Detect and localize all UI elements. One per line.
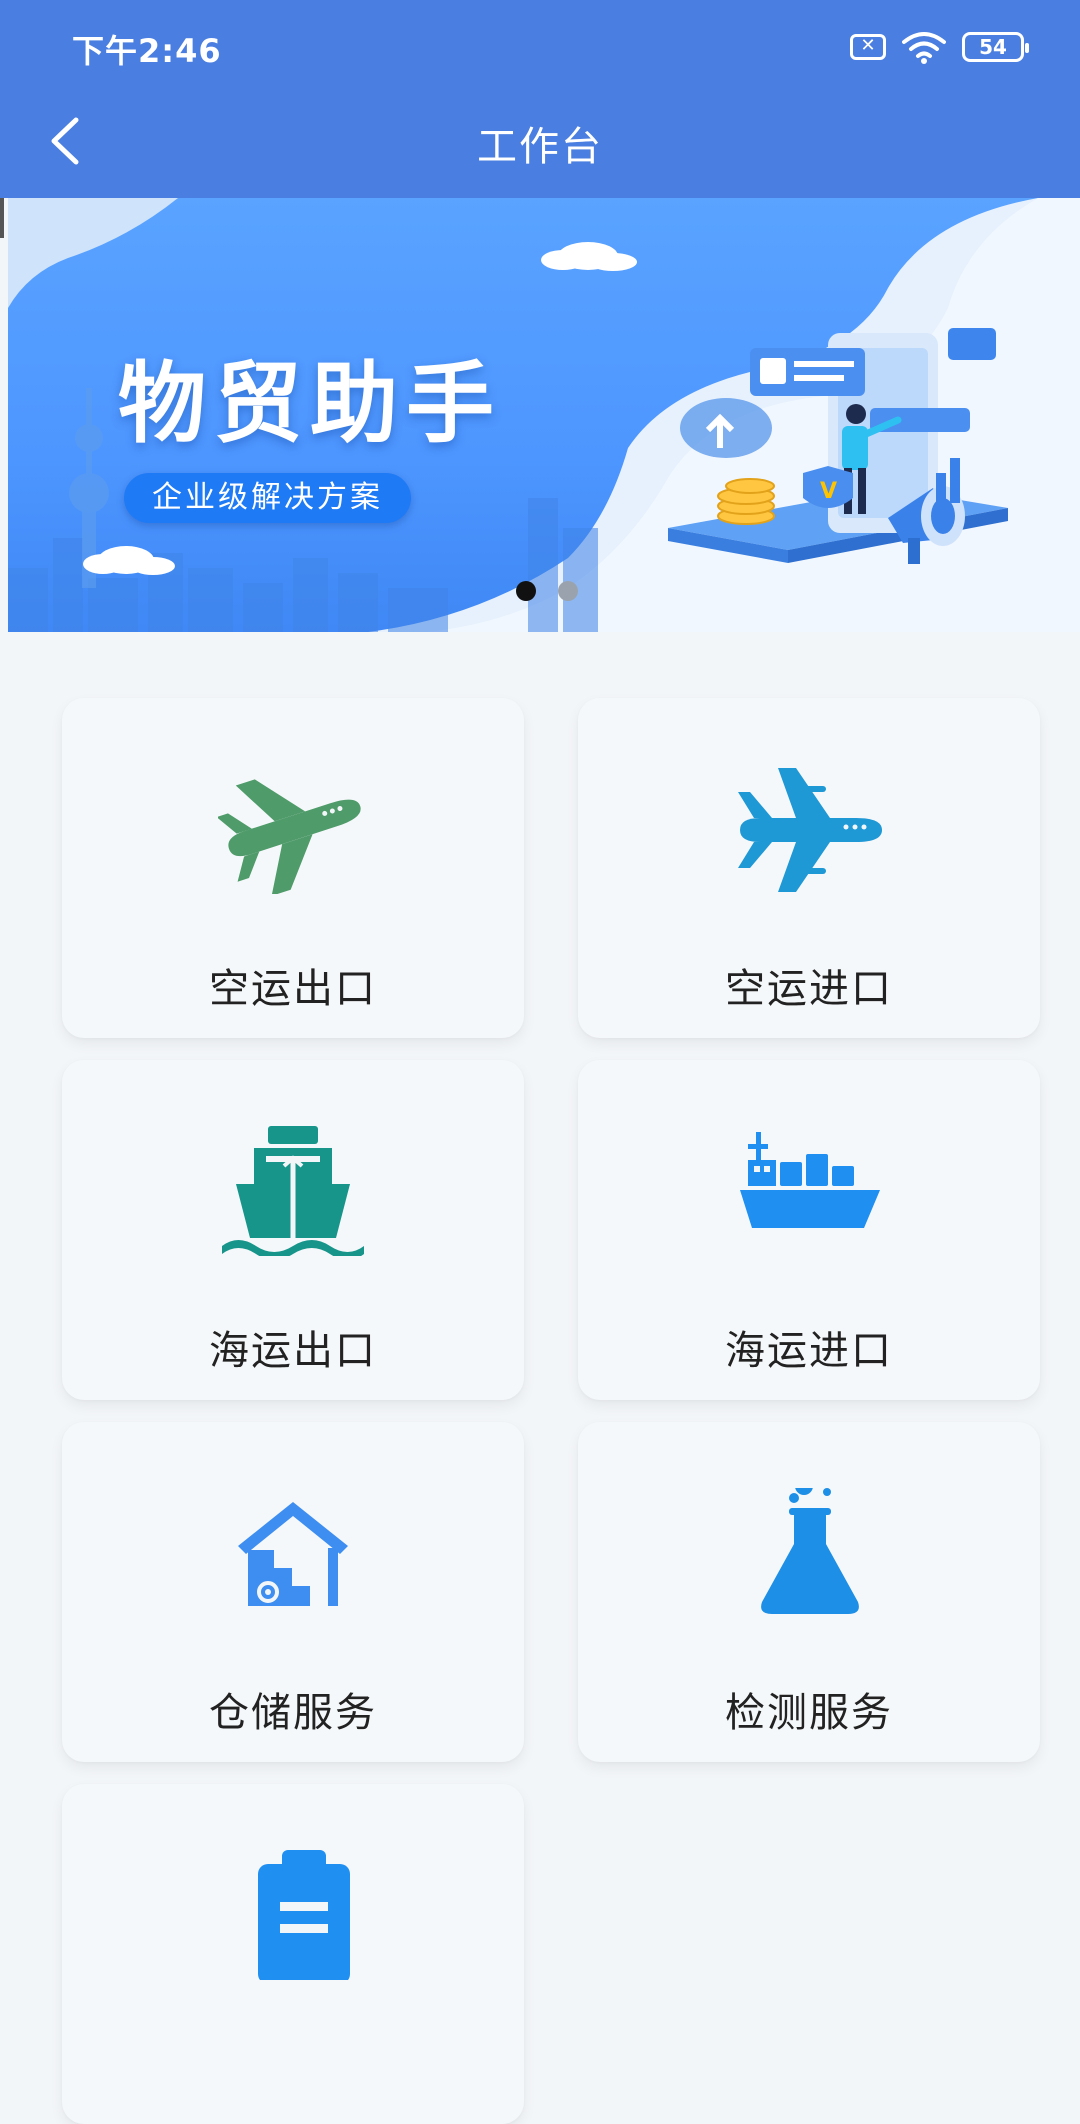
- promo-banner[interactable]: V 物贸助手 企业级解决方案: [8, 198, 1080, 632]
- service-card-extra[interactable]: [62, 1784, 524, 2124]
- banner-title: 物贸助手: [118, 352, 503, 455]
- carousel-dot-2[interactable]: [558, 581, 578, 601]
- status-icons: ✕ 54: [850, 30, 1029, 64]
- status-time: 下午2:46: [72, 32, 222, 70]
- service-card-air-export[interactable]: 空运出口: [62, 698, 524, 1038]
- airplane-icon: [218, 779, 361, 894]
- service-card-air-import[interactable]: 空运进口: [578, 698, 1040, 1038]
- service-label: 海运出口: [209, 1328, 377, 1374]
- clipboard-icon: [258, 1850, 350, 1980]
- service-card-sea-export[interactable]: 海运出口: [62, 1060, 524, 1400]
- service-label: 仓储服务: [209, 1690, 377, 1736]
- wifi-icon: [902, 32, 946, 64]
- airplane-icon: [738, 768, 882, 892]
- page-title: 工作台: [477, 124, 603, 170]
- battery-icon: 54: [962, 32, 1029, 62]
- flask-icon: [761, 1488, 859, 1614]
- service-label: 空运进口: [725, 966, 893, 1012]
- app-header: 下午2:46 ✕ 54 工作台: [0, 0, 1080, 198]
- service-label: 检测服务: [725, 1690, 893, 1736]
- scroll-edge: [0, 198, 4, 238]
- ship-icon: [222, 1126, 364, 1256]
- no-sim-icon: ✕: [850, 34, 886, 60]
- service-card-warehouse[interactable]: 仓储服务: [62, 1422, 524, 1762]
- carousel-indicator: [516, 581, 578, 601]
- service-label: 海运进口: [725, 1328, 893, 1374]
- service-card-sea-import[interactable]: 海运进口: [578, 1060, 1040, 1400]
- banner-subtitle: 企业级解决方案: [124, 473, 411, 523]
- cargo-ship-icon: [740, 1132, 880, 1228]
- service-card-testing[interactable]: 检测服务: [578, 1422, 1040, 1762]
- service-label: 空运出口: [209, 966, 377, 1012]
- warehouse-icon: [238, 1502, 348, 1606]
- svg-text:V: V: [820, 479, 837, 504]
- carousel-dot-1[interactable]: [516, 581, 536, 601]
